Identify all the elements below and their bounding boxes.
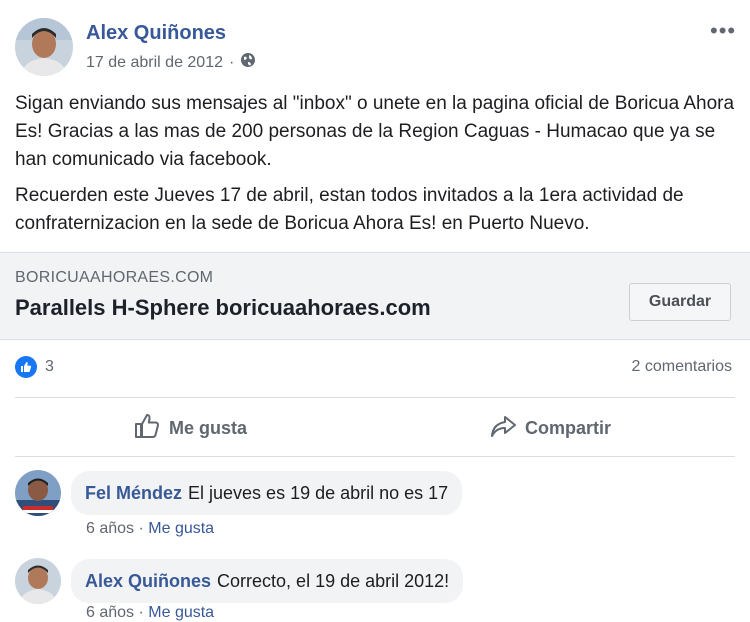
link-title[interactable]: Parallels H-Sphere boricuaahoraes.com — [15, 295, 431, 321]
divider — [15, 456, 735, 457]
share-button-label: Compartir — [525, 417, 612, 438]
like-button-label: Me gusta — [169, 417, 248, 438]
reactions-summary[interactable]: 3 — [15, 356, 54, 378]
save-button[interactable]: Guardar — [629, 283, 731, 321]
comment-meta-separator: · — [134, 604, 149, 621]
post-date[interactable]: 17 de abril de 2012 — [86, 54, 223, 72]
comment-bubble: Fel Méndez El jueves es 19 de abril no e… — [71, 471, 463, 515]
meta-separator: · — [229, 53, 235, 71]
link-domain: BORICUAAHORAES.COM — [15, 269, 214, 286]
commenter-avatar[interactable] — [15, 470, 61, 516]
comment-text: El jueves es 19 de abril no es 17 — [188, 482, 449, 503]
comment-meta: 6 años · Me gusta — [86, 604, 214, 622]
post-paragraph: Sigan enviando sus mensajes al "inbox" o… — [15, 93, 735, 170]
like-outline-icon — [133, 412, 161, 445]
post-paragraph: Recuerden este Jueves 17 de abril, estan… — [15, 185, 684, 234]
thumbs-up-icon — [15, 356, 37, 378]
share-button[interactable]: Compartir — [489, 410, 611, 446]
comments-count[interactable]: 2 comentarios — [632, 358, 733, 376]
comment-time[interactable]: 6 años — [86, 520, 134, 537]
more-options-icon[interactable]: ••• — [710, 18, 736, 44]
comment-author[interactable]: Alex Quiñones — [85, 571, 211, 592]
comment-like-link[interactable]: Me gusta — [148, 604, 214, 621]
comment-meta: 6 años · Me gusta — [86, 520, 214, 538]
commenter-avatar[interactable] — [15, 558, 61, 604]
author-avatar[interactable] — [15, 18, 73, 76]
facebook-post: Alex Quiñones 17 de abril de 2012 · ••• … — [0, 0, 750, 621]
globe-icon — [240, 52, 256, 73]
link-preview-card[interactable]: BORICUAAHORAES.COM Parallels H-Sphere bo… — [0, 252, 750, 340]
reaction-count: 3 — [45, 358, 54, 375]
comment-like-link[interactable]: Me gusta — [148, 520, 214, 537]
comment-bubble: Alex Quiñones Correcto, el 19 de abril 2… — [71, 559, 464, 603]
comment-time[interactable]: 6 años — [86, 604, 134, 621]
comment-text: Correcto, el 19 de abril 2012! — [217, 570, 450, 591]
post-body: Sigan enviando sus mensajes al "inbox" o… — [15, 90, 740, 246]
post-author-name[interactable]: Alex Quiñones — [86, 22, 226, 45]
comment-author[interactable]: Fel Méndez — [85, 483, 182, 504]
like-button[interactable]: Me gusta — [133, 410, 247, 446]
divider — [15, 397, 735, 398]
comment-meta-separator: · — [134, 520, 149, 537]
post-meta: 17 de abril de 2012 · — [86, 52, 256, 73]
share-arrow-icon — [489, 412, 517, 445]
